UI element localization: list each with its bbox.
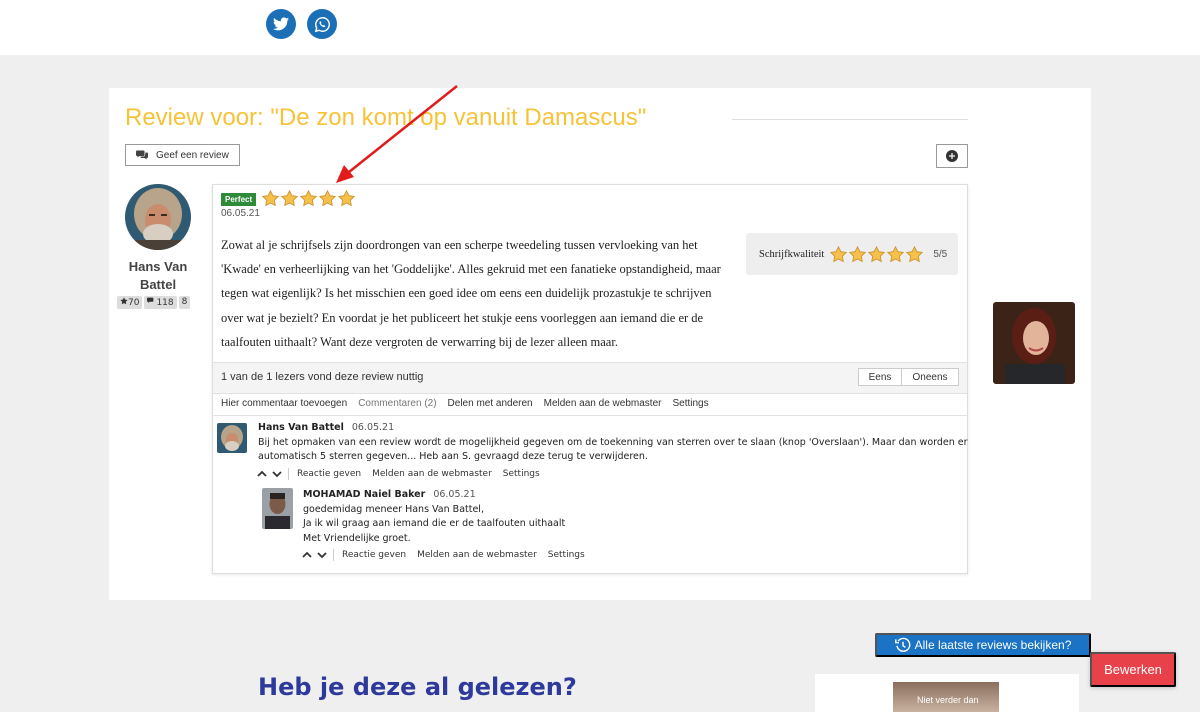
woman-portrait — [993, 302, 1075, 384]
expand-button[interactable] — [936, 144, 968, 168]
comment: Hans Van Battel 06.05.21 Bij het opmaken … — [258, 421, 968, 465]
quality-stars — [830, 245, 924, 263]
reviewer-stats: 70 118 8 — [117, 296, 201, 309]
reply-author[interactable]: MOHAMAD Naiel Baker — [303, 489, 425, 500]
comment-author[interactable]: Hans Van Battel — [258, 422, 344, 433]
comment-actions: Reactie geven Melden aan de webmaster Se… — [257, 468, 551, 480]
star-icon — [887, 245, 905, 262]
star-icon — [319, 190, 336, 207]
settings-link[interactable]: Settings — [548, 550, 585, 560]
comment-header: Hans Van Battel 06.05.21 — [258, 421, 968, 436]
star-icon — [868, 245, 886, 262]
reply-actions: Reactie geven Melden aan de webmaster Se… — [302, 549, 596, 561]
give-review-label: Geef een review — [156, 149, 229, 161]
comment-text-line: automatisch 5 sterren gegeven... Heb aan… — [258, 451, 648, 462]
star-icon — [338, 190, 355, 207]
reply-author-photo — [262, 488, 293, 529]
book-thumbnail[interactable]: Niet verder dan — [893, 682, 999, 712]
vote-down-icon[interactable] — [272, 470, 282, 478]
history-icon — [894, 637, 911, 652]
book-thumb-text: Niet verder dan — [917, 695, 979, 705]
vote-up-icon[interactable] — [302, 551, 312, 559]
vote-down-icon[interactable] — [317, 551, 327, 559]
reviewer-level: 8 — [178, 296, 191, 309]
review-date: 06.05.21 — [221, 208, 260, 219]
review-panel: Review voor: "De zon komt op vanuit Dama… — [109, 88, 1091, 600]
whatsapp-share-button[interactable] — [307, 9, 337, 39]
title-divider — [732, 119, 968, 120]
reply-link[interactable]: Reactie geven — [297, 469, 361, 479]
quality-rating: Schrijfkwaliteit 5/5 — [746, 233, 958, 275]
top-bar — [0, 0, 1200, 55]
share-link[interactable]: Delen met anderen — [448, 398, 533, 409]
twitter-icon — [273, 17, 289, 31]
comment-text-line: Bij het opmaken van een review wordt de … — [258, 436, 968, 448]
reply-text-line: Ja ik wil graag aan iemand die er de taa… — [303, 518, 566, 529]
read-heading: Heb je deze al gelezen? — [258, 673, 577, 701]
quality-label: Schrijfkwaliteit — [759, 248, 825, 260]
reply: MOHAMAD Naiel Baker 06.05.21 goedemidag m… — [303, 488, 565, 546]
comments-icon — [136, 150, 148, 160]
star-icon — [906, 245, 924, 262]
agree-button[interactable]: Eens — [858, 368, 902, 386]
reviewer-comment-count: 118 — [144, 296, 177, 309]
report-link[interactable]: Melden aan de webmaster — [417, 550, 537, 560]
comments-link[interactable]: Commentaren (2) — [358, 398, 436, 409]
reply-text-line: Met Vriendelijke groet. — [303, 532, 411, 544]
report-link[interactable]: Melden aan de webmaster — [544, 398, 662, 409]
reviewer-name[interactable]: Hans Van Battel — [117, 258, 199, 294]
star-icon — [830, 245, 848, 262]
settings-link[interactable]: Settings — [672, 398, 708, 409]
report-link[interactable]: Melden aan de webmaster — [372, 469, 492, 479]
disagree-button[interactable]: Oneens — [902, 368, 959, 386]
vote-up-icon[interactable] — [257, 470, 267, 478]
rating-stars — [262, 190, 355, 207]
plus-circle-icon — [946, 150, 958, 162]
reply-text-line: goedemidag meneer Hans Van Battel, — [303, 503, 484, 515]
settings-link[interactable]: Settings — [503, 469, 540, 479]
reply-header: MOHAMAD Naiel Baker 06.05.21 — [303, 488, 565, 503]
divider — [333, 549, 334, 561]
comment-author-photo — [217, 423, 247, 453]
comment-date: 06.05.21 — [351, 422, 395, 433]
reply-link[interactable]: Reactie geven — [342, 550, 406, 560]
give-review-button[interactable]: Geef een review — [125, 144, 240, 166]
star-icon — [262, 190, 279, 207]
actions-divider — [213, 415, 967, 416]
twitter-share-button[interactable] — [266, 9, 296, 39]
edit-button[interactable]: Bewerken — [1090, 652, 1176, 687]
usefulness-bar: 1 van de 1 lezers vond deze review nutti… — [213, 362, 967, 394]
suggested-user-photo[interactable] — [993, 302, 1075, 384]
star-icon — [281, 190, 298, 207]
review-text: Zowat al je schrijfsels zijn doordrongen… — [221, 238, 721, 349]
add-comment-link[interactable]: Hier commentaar toevoegen — [221, 398, 347, 409]
review-actions: Hier commentaar toevoegen Commentaren (2… — [221, 398, 709, 409]
reply-avatar[interactable] — [262, 488, 293, 529]
reviewer-avatar[interactable] — [125, 184, 191, 250]
vote-buttons: Eens Oneens — [858, 368, 959, 386]
annotation-arrow — [336, 85, 458, 183]
whatsapp-icon — [314, 16, 330, 32]
reply-date: 06.05.21 — [433, 489, 476, 500]
usefulness-text: 1 van de 1 lezers vond deze review nutti… — [221, 371, 424, 383]
divider — [288, 468, 289, 480]
reviewer-photo — [125, 184, 191, 250]
latest-reviews-button[interactable]: Alle laatste reviews bekijken? — [875, 633, 1091, 657]
reviewer-star-count: 70 — [117, 296, 143, 309]
star-icon — [300, 190, 317, 207]
review-card: Perfect 06.05.21 Zowat al je schrijfsels… — [212, 184, 968, 574]
quality-score: 5/5 — [933, 248, 948, 260]
latest-reviews-label: Alle laatste reviews bekijken? — [914, 638, 1072, 652]
comment-avatar[interactable] — [217, 423, 247, 453]
rating-badge: Perfect — [221, 193, 257, 206]
star-icon — [849, 245, 867, 262]
star-icon — [120, 297, 128, 305]
